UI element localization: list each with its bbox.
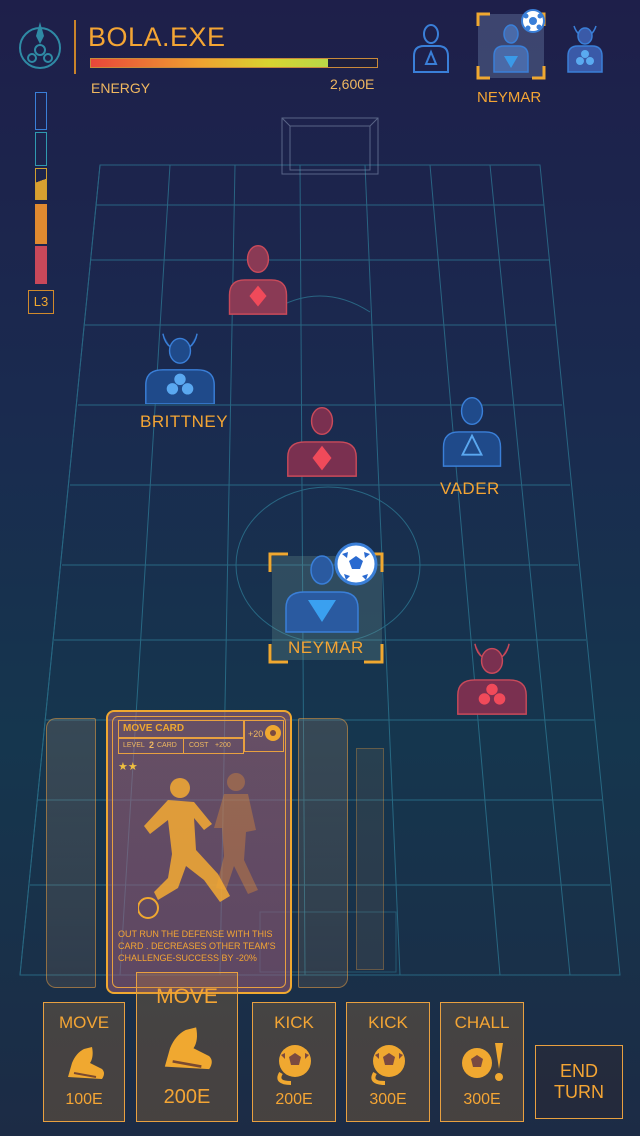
level-segment-5: [35, 204, 47, 244]
kick-200-cost: 200E: [275, 1091, 313, 1108]
selected-player-name: NEYMAR: [477, 89, 542, 106]
energy-bar: [90, 58, 378, 68]
ball-exclaim-icon: [462, 1043, 503, 1081]
player-name-neymar: NEYMAR: [288, 638, 364, 657]
challenge-300-label: CHALL: [454, 1013, 510, 1032]
top-player-spade-icon[interactable]: [410, 16, 452, 74]
card-level-number: 2: [149, 740, 155, 750]
opponent-player-club[interactable]: [452, 640, 532, 716]
card-ball-icon: [265, 725, 281, 741]
header-divider: [74, 20, 76, 74]
move-100-cost: 100E: [65, 1091, 103, 1108]
end-turn-line2: TURN: [554, 1082, 604, 1102]
level-segment-1: [35, 92, 47, 130]
card-bonus: +20: [248, 729, 264, 739]
end-turn-line1: END: [559, 1061, 598, 1081]
player-name-brittney: BRITTNEY: [140, 412, 229, 431]
challenge-300-cost: 300E: [463, 1091, 501, 1108]
player-brittney[interactable]: [140, 328, 220, 404]
level-indicator: L3: [28, 290, 54, 314]
ball-icon: [277, 1045, 311, 1085]
boot-icon: [164, 1027, 212, 1070]
boot-icon: [68, 1047, 104, 1079]
opponent-player-diamond-2[interactable]: [282, 402, 362, 478]
kick-200-label: KICK: [274, 1013, 314, 1032]
kick-300-button[interactable]: KICK 300E: [346, 1002, 430, 1122]
kick-300-cost: 300E: [369, 1091, 407, 1108]
game-logo-icon: [19, 22, 61, 69]
player-name-vader: VADER: [440, 479, 500, 498]
top-ball-icon: [521, 9, 545, 33]
top-player-devil-icon[interactable]: [564, 16, 606, 74]
card-level-suffix: CARD: [157, 742, 177, 749]
card-slot-far-right: [356, 748, 384, 970]
ball-icon: [334, 542, 378, 586]
card-stars: ★★: [118, 761, 138, 773]
card-description: OUT RUN THE DEFENSE WITH THIS CARD . DEC…: [118, 929, 276, 963]
card-meta-row: LEVEL 2 CARD COST +200: [118, 738, 244, 754]
move-200-label: MOVE: [156, 985, 218, 1008]
player-vader[interactable]: [432, 392, 512, 468]
energy-value: 2,600E: [330, 76, 375, 92]
level-segment-2: [35, 132, 47, 166]
card-title: MOVE CARD: [118, 720, 244, 738]
ball-icon: [371, 1045, 405, 1085]
card-slot-left[interactable]: [46, 718, 96, 988]
card-cost-label: COST: [189, 742, 209, 749]
move-100-label: MOVE: [58, 1013, 110, 1032]
energy-bar-fill: [91, 59, 329, 67]
move-card[interactable]: MOVE CARD +20 LEVEL 2 CARD COST +200 ★★ …: [106, 710, 292, 994]
challenge-300-button[interactable]: CHALL 300E: [440, 1002, 524, 1122]
energy-label: ENERGY: [91, 80, 151, 96]
level-segment-6: [35, 246, 47, 284]
move-200-button[interactable]: MOVE 200E: [136, 972, 238, 1122]
card-slot-right[interactable]: [298, 718, 348, 988]
card-cost-value: +200: [215, 742, 231, 749]
kick-300-label: KICK: [368, 1013, 408, 1032]
opponent-player-diamond[interactable]: [218, 240, 298, 316]
card-meta-sep: [183, 739, 184, 753]
end-turn-button[interactable]: END TURN: [535, 1045, 623, 1119]
move-200-cost: 200E: [163, 1086, 211, 1108]
level-segment-4: [35, 168, 47, 200]
card-level-prefix: LEVEL: [123, 742, 145, 749]
kick-200-button[interactable]: KICK 200E: [252, 1002, 336, 1122]
soccer-player-illustration: [138, 773, 258, 919]
move-100-button[interactable]: MOVE 100E: [43, 1002, 125, 1122]
game-title: BOLA.EXE: [88, 22, 226, 52]
